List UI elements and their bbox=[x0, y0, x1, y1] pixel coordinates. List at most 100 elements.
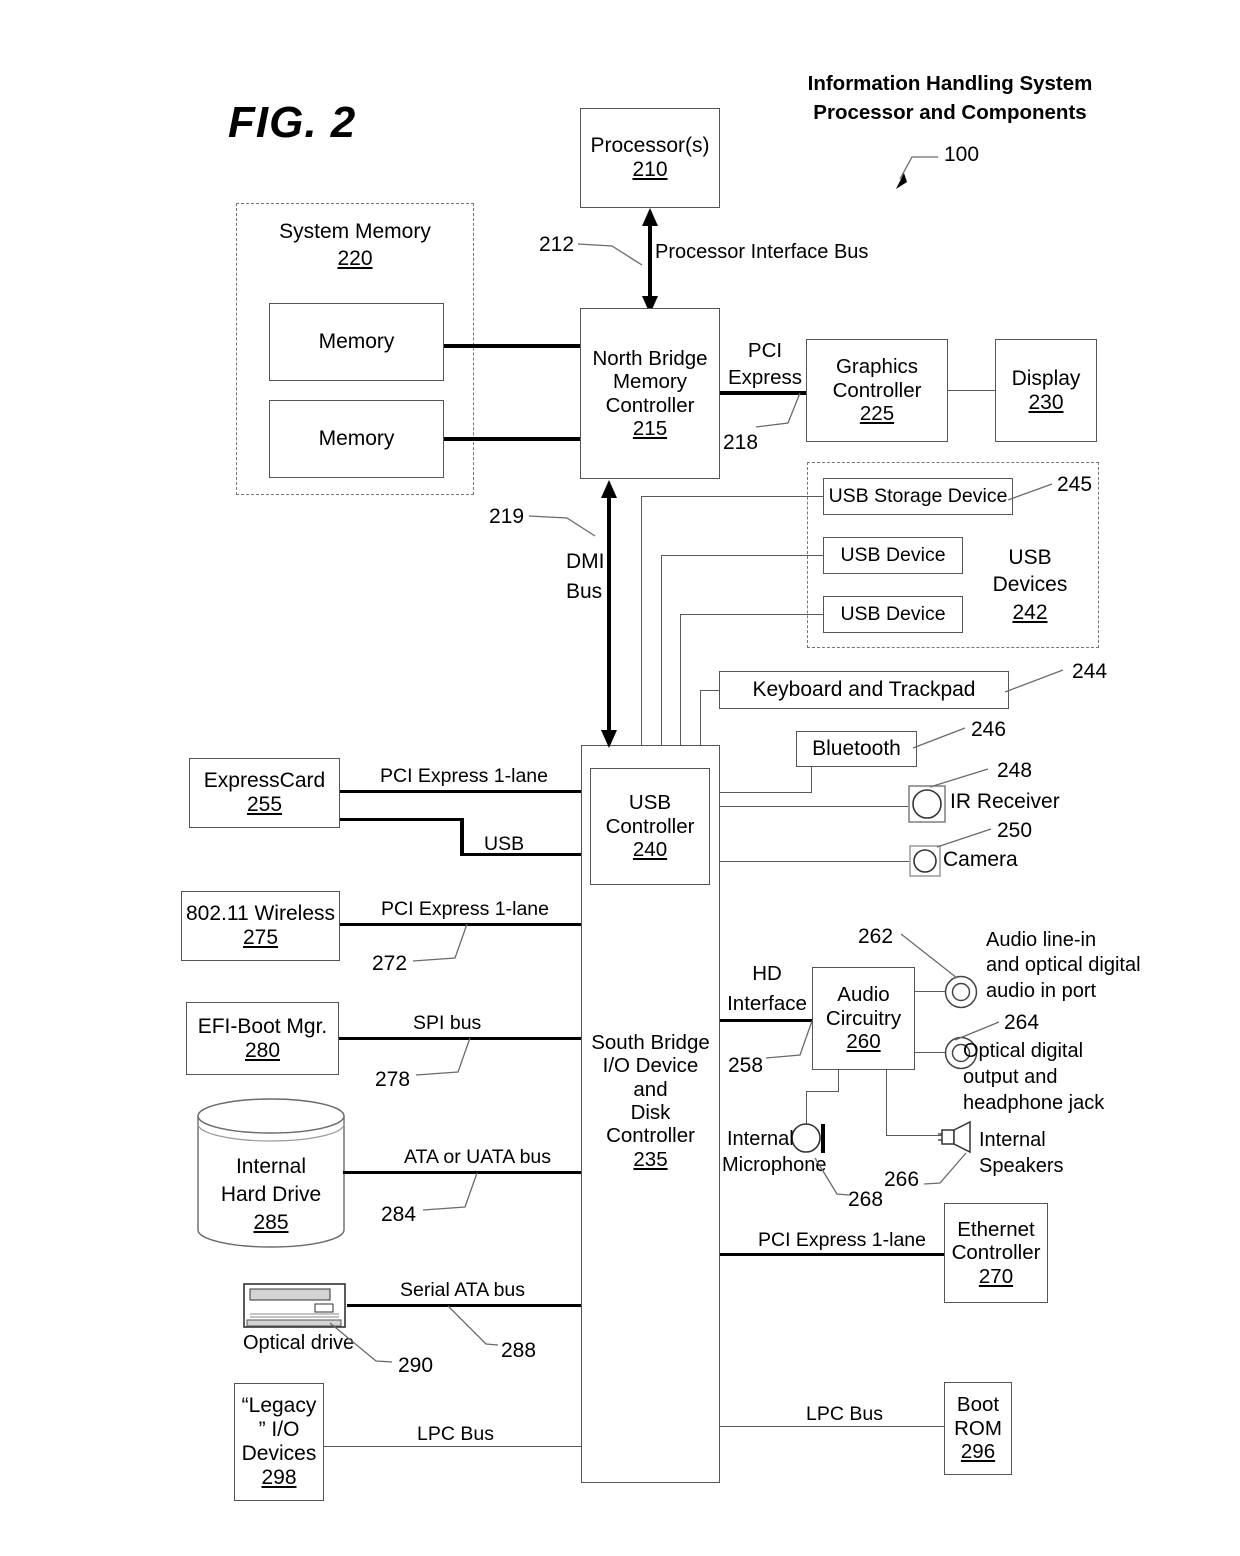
wire-bluetooth-h bbox=[710, 792, 812, 794]
block-internal-mic-ref: 268 bbox=[848, 1188, 884, 1211]
bus-lpc-left-label: LPC Bus bbox=[417, 1423, 494, 1445]
bus-dmi-ref: 219 bbox=[489, 505, 525, 528]
block-usb-storage-device-label: USB Storage Device bbox=[828, 485, 1008, 508]
block-audio-circuitry-ref: 260 bbox=[846, 1030, 881, 1054]
wire-usbstorage-v bbox=[641, 496, 643, 768]
block-usb-device-2[interactable]: USB Device bbox=[823, 596, 963, 633]
block-efi-boot-mgr-label: EFI-Boot Mgr. bbox=[197, 1014, 328, 1038]
block-legacy-io[interactable]: “Legacy ” I/O Devices 298 bbox=[234, 1383, 324, 1501]
ref-258-leader bbox=[765, 1020, 813, 1059]
block-north-bridge-ref: 215 bbox=[632, 416, 668, 440]
block-graphics-controller[interactable]: Graphics Controller 225 bbox=[806, 339, 948, 442]
block-memory-2-label: Memory bbox=[318, 427, 395, 451]
block-ir-receiver-label: IR Receiver bbox=[950, 790, 1060, 813]
wire-expresscard-usb-h1 bbox=[340, 818, 462, 821]
wire-speakers-h bbox=[886, 1135, 942, 1137]
block-bluetooth-label: Bluetooth bbox=[812, 737, 901, 761]
block-usb-device-1[interactable]: USB Device bbox=[823, 537, 963, 574]
block-processor[interactable]: Processor(s) 210 bbox=[580, 108, 720, 208]
bus-usb-label: USB bbox=[484, 833, 525, 855]
wire-expresscard-pcie bbox=[340, 790, 581, 793]
block-audio-in-port-line1: Audio line-in bbox=[986, 929, 1097, 951]
wire-expresscard-usb-v bbox=[460, 818, 464, 855]
wire-mic-h bbox=[806, 1091, 839, 1093]
ref-290-leader bbox=[329, 1322, 393, 1363]
block-usb-controller-line2: Controller bbox=[605, 814, 695, 838]
ref-248-leader bbox=[929, 768, 989, 788]
block-north-bridge-line2: Memory bbox=[612, 370, 688, 394]
block-south-bridge-line3: and bbox=[633, 1077, 668, 1101]
block-keyboard-trackpad-ref: 244 bbox=[1072, 660, 1108, 683]
block-keyboard-trackpad-label: Keyboard and Trackpad bbox=[752, 678, 976, 702]
bus-hd-interface-line2: Interface bbox=[727, 992, 807, 1015]
block-expresscard-ref: 255 bbox=[246, 793, 283, 816]
block-north-bridge[interactable]: North Bridge Memory Controller 215 bbox=[580, 308, 720, 479]
block-display[interactable]: Display 230 bbox=[995, 339, 1097, 442]
bus-pcie-1lane-expresscard-label: PCI Express 1-lane bbox=[380, 765, 548, 787]
block-expresscard[interactable]: ExpressCard 255 bbox=[189, 758, 340, 828]
ref-250-leader bbox=[936, 828, 992, 848]
block-usb-storage-device-ref: 245 bbox=[1057, 473, 1093, 496]
block-south-bridge-line4: Disk bbox=[630, 1101, 671, 1125]
block-bluetooth[interactable]: Bluetooth bbox=[796, 731, 917, 767]
block-usb-controller[interactable]: USB Controller 240 bbox=[590, 768, 710, 885]
bus-pci-express-line2: Express bbox=[727, 366, 803, 389]
block-internal-mic-line1: Internal bbox=[727, 1128, 794, 1150]
block-graphics-controller-line1: Graphics bbox=[835, 355, 919, 379]
bus-spi-ref: 278 bbox=[375, 1068, 411, 1091]
wire-graphics-display bbox=[948, 390, 996, 392]
block-camera-ref: 250 bbox=[997, 819, 1033, 842]
block-hard-drive-line2: Hard Drive bbox=[220, 1183, 322, 1206]
group-usb-devices-line1: USB bbox=[1008, 546, 1052, 569]
block-ethernet-controller-ref: 270 bbox=[978, 1264, 1014, 1288]
system-ref-leader-arrow bbox=[896, 156, 938, 189]
ref-284-leader bbox=[422, 1172, 478, 1211]
wire-usbdevice1-h bbox=[661, 555, 823, 557]
ref-272-leader bbox=[412, 923, 468, 962]
block-south-bridge-line2: I/O Device bbox=[602, 1054, 699, 1078]
block-south-bridge-ref: 235 bbox=[633, 1147, 668, 1171]
bus-processor-interface-ref: 212 bbox=[539, 233, 575, 256]
ref-218-leader bbox=[755, 392, 801, 428]
block-efi-boot-mgr[interactable]: EFI-Boot Mgr. 280 bbox=[186, 1002, 339, 1075]
block-hard-drive-line1: Internal bbox=[235, 1155, 307, 1178]
ref-288-leader bbox=[447, 1305, 499, 1346]
block-north-bridge-line1: North Bridge bbox=[592, 346, 708, 370]
block-display-ref: 230 bbox=[1028, 390, 1064, 414]
block-south-bridge-line5: Controller bbox=[606, 1124, 695, 1148]
block-wireless[interactable]: 802.11 Wireless 275 bbox=[181, 891, 340, 961]
block-bluetooth-ref: 246 bbox=[971, 718, 1007, 741]
block-memory-1[interactable]: Memory bbox=[269, 303, 444, 381]
wire-camera-h bbox=[710, 861, 909, 863]
block-processor-ref: 210 bbox=[632, 158, 668, 181]
block-usb-device-2-label: USB Device bbox=[840, 603, 946, 626]
bus-hd-interface-line1: HD bbox=[752, 962, 782, 985]
block-usb-storage-device[interactable]: USB Storage Device bbox=[823, 478, 1013, 515]
block-audio-out-port-line2: output and bbox=[963, 1066, 1058, 1088]
block-processor-label: Processor(s) bbox=[590, 134, 710, 158]
block-graphics-controller-ref: 225 bbox=[859, 402, 895, 426]
ref-244-leader bbox=[1004, 669, 1064, 693]
ref-212-leader bbox=[577, 243, 643, 266]
ref-278-leader bbox=[415, 1037, 471, 1076]
ref-266-leader bbox=[923, 1152, 967, 1185]
bus-pci-express-ref: 218 bbox=[723, 431, 759, 454]
wire-southbridge-bootrom bbox=[720, 1426, 945, 1428]
block-audio-circuitry[interactable]: Audio Circuitry 260 bbox=[812, 967, 915, 1070]
block-hard-drive-ref: 285 bbox=[253, 1211, 289, 1234]
wire-southbridge-ethernet bbox=[720, 1253, 946, 1256]
bus-serial-ata-ref: 288 bbox=[501, 1339, 537, 1362]
figure-header-line2: Processor and Components bbox=[813, 101, 1087, 124]
block-memory-2[interactable]: Memory bbox=[269, 400, 444, 478]
ref-246-leader bbox=[912, 727, 966, 749]
bus-pcie-1lane-wireless-ref: 272 bbox=[372, 952, 408, 975]
bus-serial-ata-label: Serial ATA bus bbox=[400, 1279, 526, 1301]
block-boot-rom[interactable]: Boot ROM 296 bbox=[944, 1382, 1012, 1475]
wire-usbdevice1-v bbox=[661, 555, 663, 768]
block-keyboard-trackpad[interactable]: Keyboard and Trackpad bbox=[719, 671, 1009, 709]
block-boot-rom-ref: 296 bbox=[960, 1440, 996, 1464]
bus-dmi-line2: Bus bbox=[566, 580, 603, 603]
block-internal-speakers-ref: 266 bbox=[884, 1168, 920, 1191]
block-ethernet-controller[interactable]: Ethernet Controller 270 bbox=[944, 1203, 1048, 1303]
block-ethernet-controller-line2: Controller bbox=[951, 1241, 1041, 1265]
